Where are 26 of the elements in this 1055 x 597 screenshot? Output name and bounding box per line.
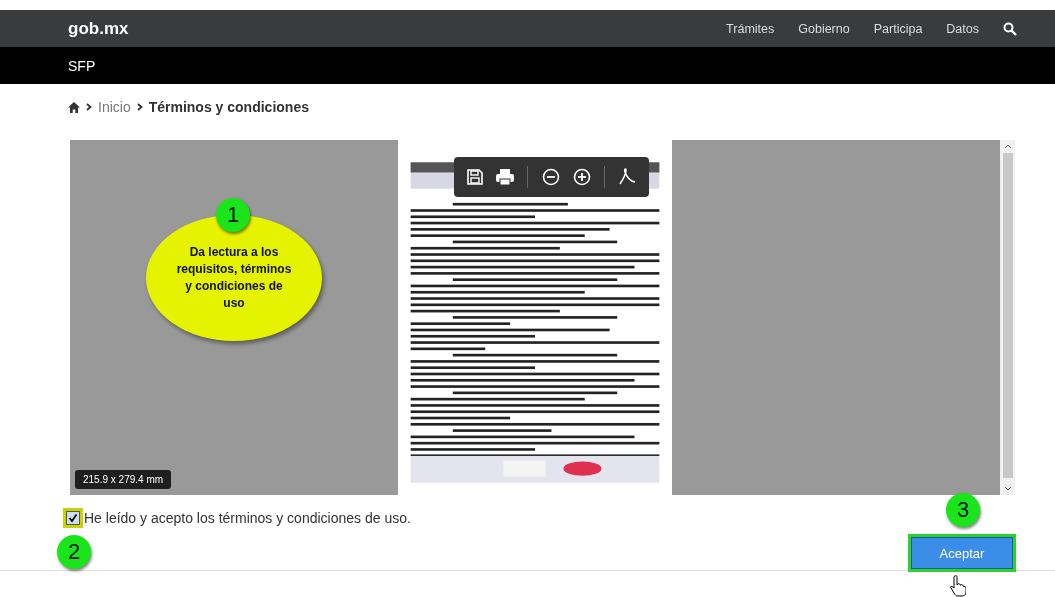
scrollbar[interactable] [1000, 140, 1015, 495]
nav-link[interactable]: Trámites [726, 21, 775, 36]
scroll-down-icon[interactable] [1003, 486, 1012, 491]
step-number: 2 [57, 535, 91, 569]
instruction-text: Da lectura a los requisitos, términos y condiciones de uso [175, 244, 293, 312]
nav-link[interactable]: Datos [946, 21, 979, 36]
search-icon[interactable] [1003, 21, 1017, 36]
hand-cursor-icon [950, 575, 966, 597]
breadcrumb-link[interactable]: Inicio [98, 99, 131, 115]
zoom-in-icon[interactable] [572, 168, 591, 186]
section-title: SFP [68, 57, 96, 74]
zoom-out-icon[interactable] [541, 168, 560, 186]
page-size-label: 215.9 x 279.4 mm [75, 470, 172, 489]
checkbox[interactable] [66, 511, 80, 525]
home-icon[interactable] [68, 101, 80, 113]
step-number: 1 [216, 198, 250, 232]
nav-link[interactable]: Participa [873, 21, 923, 36]
print-icon[interactable] [496, 169, 515, 185]
nav-link[interactable]: Gobierno [798, 21, 850, 36]
checkbox-label[interactable]: He leído y acepto los términos y condiciones de uso. [84, 510, 411, 526]
save-icon[interactable] [467, 169, 484, 185]
chevron-icon [86, 103, 92, 111]
step-number: 3 [946, 493, 980, 527]
scroll-up-icon[interactable] [1003, 144, 1012, 149]
chevron-icon [136, 103, 143, 111]
site-logo[interactable]: gob.mx [68, 18, 129, 39]
